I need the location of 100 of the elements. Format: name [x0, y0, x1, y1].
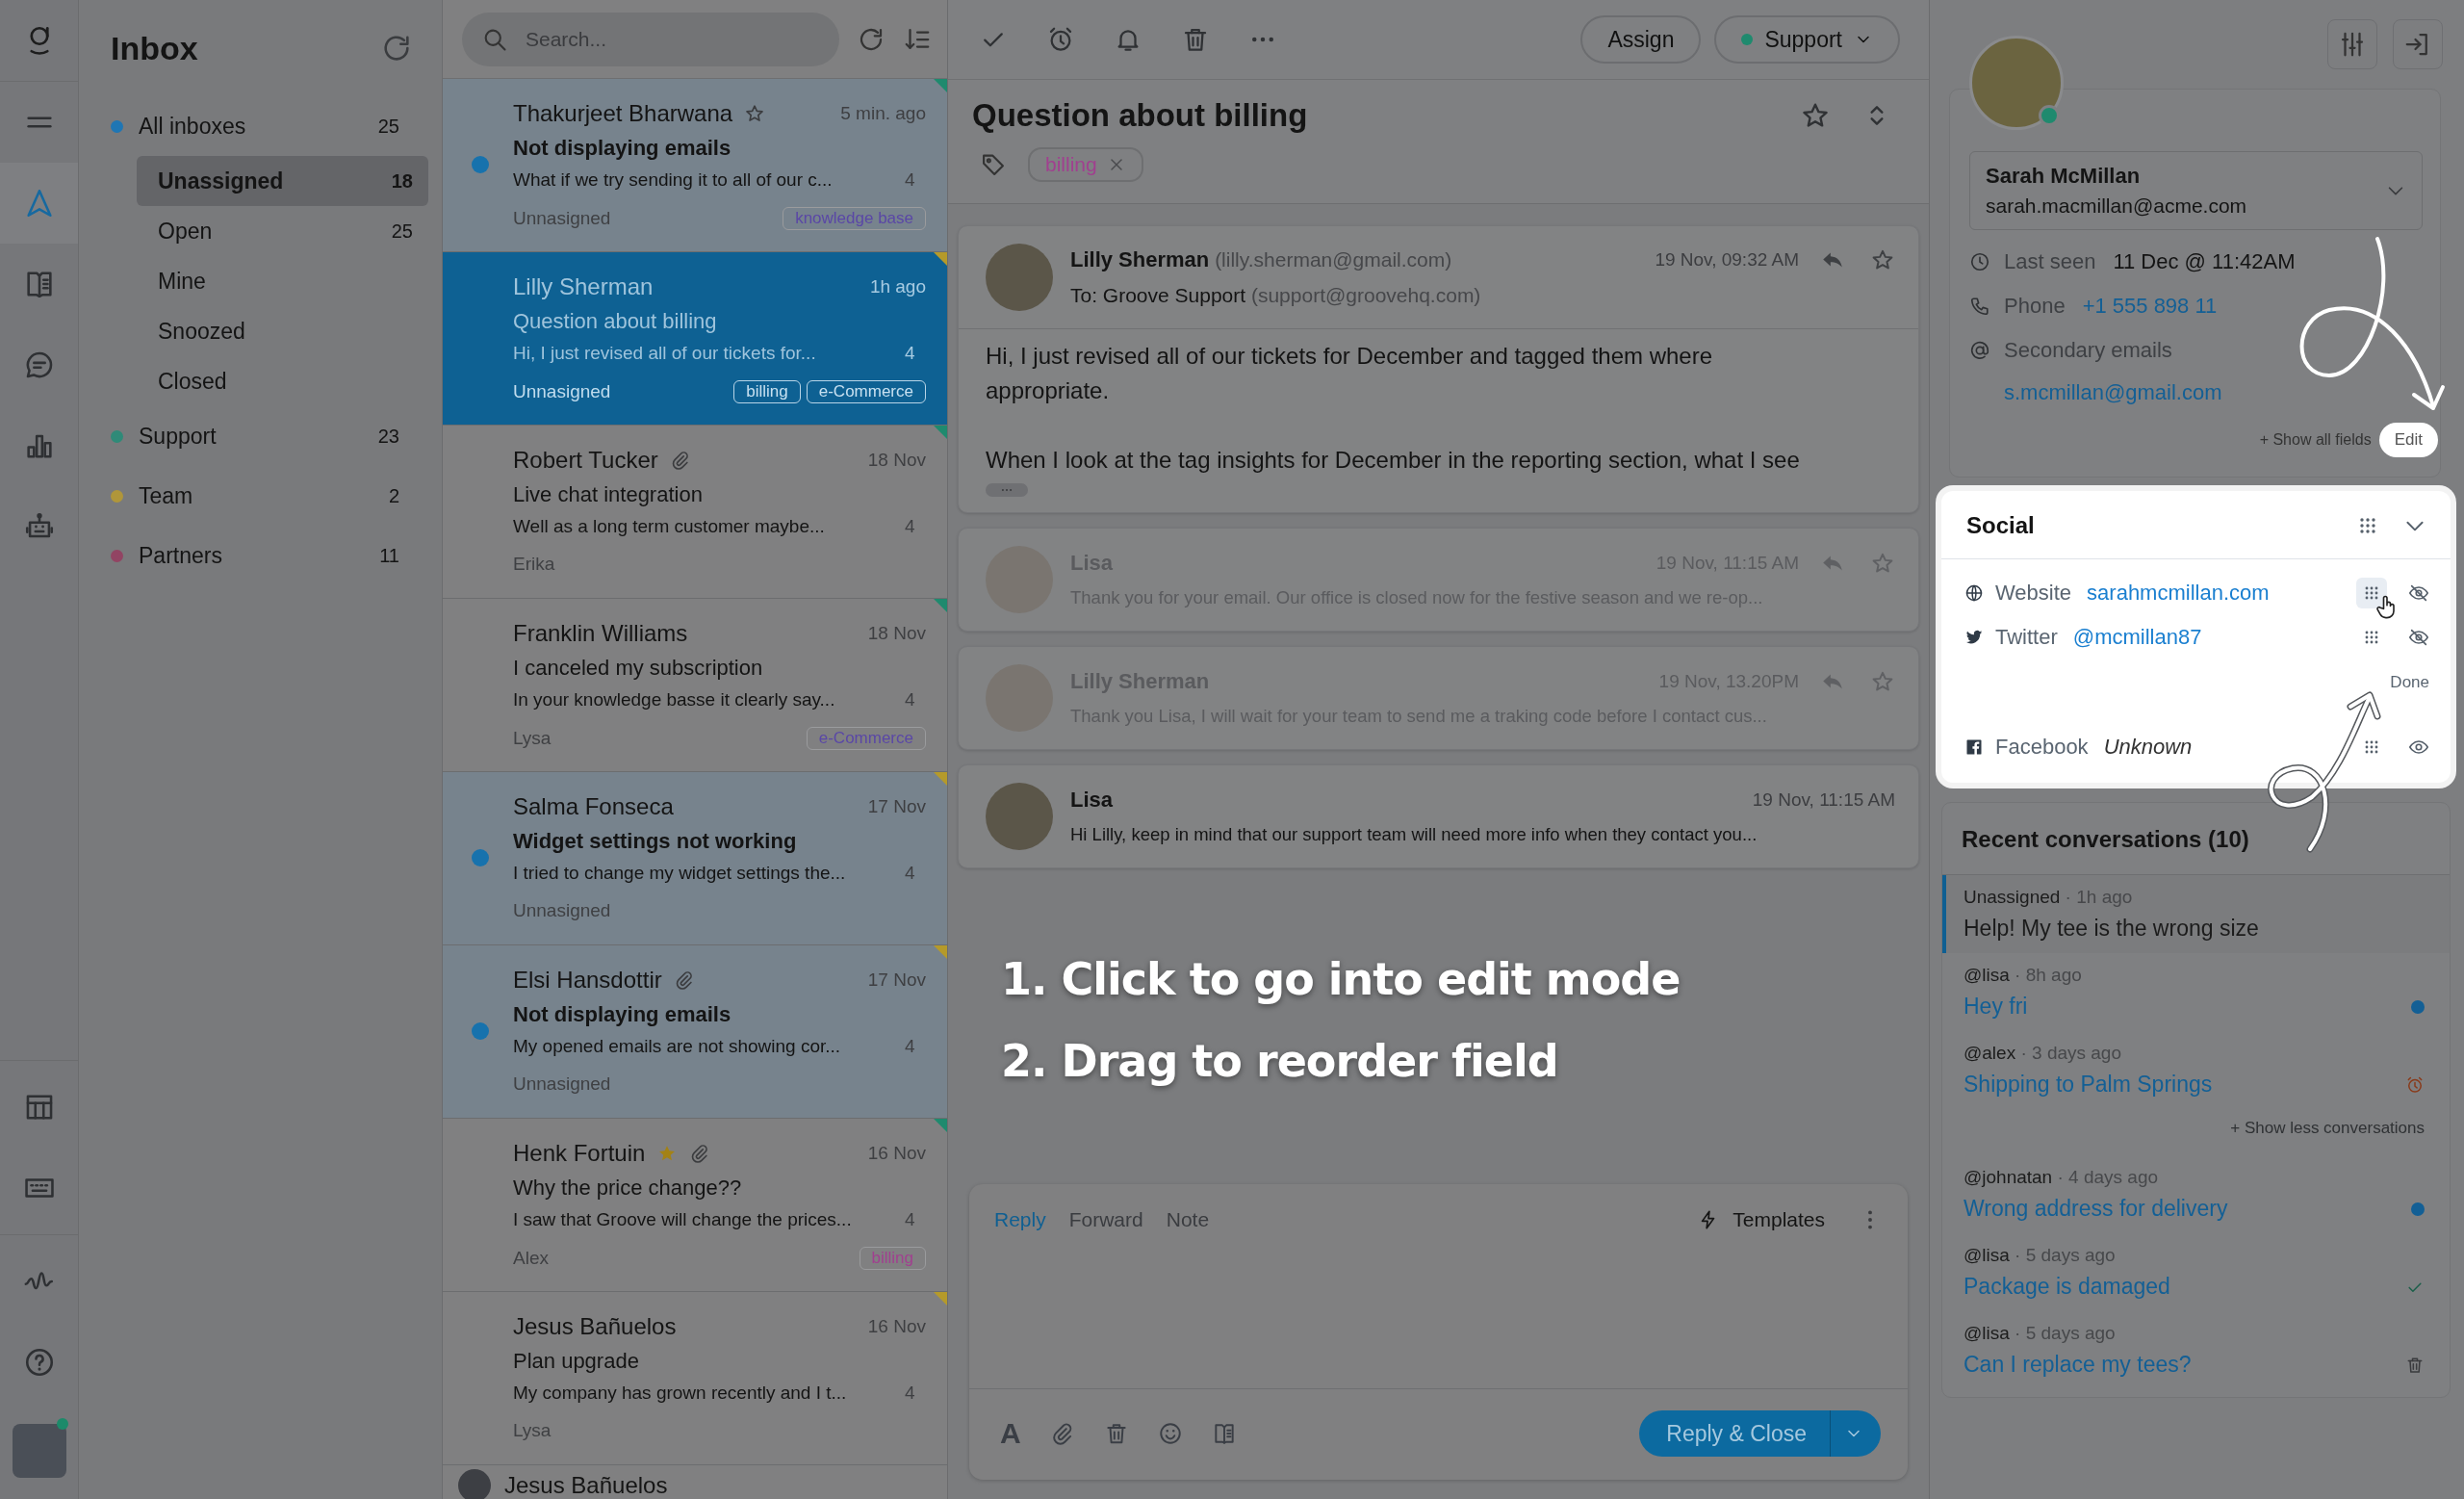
folder-item[interactable]: Open 25: [137, 206, 428, 256]
field-label: Phone: [2004, 294, 2066, 319]
conversation-preview: I saw that Groove will change the prices...: [513, 1209, 853, 1230]
conversation-row[interactable]: Thakurjeet Bharwana 5 min. ago Not displaying emails What if we try sending it to all of our c... 4 Unnasigned knowledge base: [443, 79, 947, 252]
folder-label: Partners: [139, 542, 223, 569]
settings-sliders-button[interactable]: [2327, 19, 2377, 69]
contact-name: Sarah McMillan: [1986, 164, 2142, 189]
contact-name: Jesus Bañuelos: [513, 1313, 677, 1340]
done-link[interactable]: Done: [2390, 673, 2429, 692]
conversation-preview: What if we try sending it to all of our c...: [513, 169, 834, 191]
mailbox-label: Support: [1764, 26, 1842, 53]
conversation-subject: Not displaying emails: [513, 136, 732, 161]
recent-conversation[interactable]: @lisa · 8h ago Hey fri: [1942, 953, 2450, 1031]
message-count: 4: [905, 516, 916, 537]
user-avatar[interactable]: [12, 1424, 66, 1478]
assignee-label: Unnasigned: [513, 381, 611, 402]
eye-slash-icon[interactable]: [2408, 582, 2429, 604]
composer-tab[interactable]: Note: [1166, 1208, 1210, 1231]
star-icon[interactable]: [744, 103, 766, 124]
contact-name: Jesus Bañuelos: [504, 1472, 668, 1499]
profile-link[interactable]: sarahmcmillan.com: [2087, 581, 2270, 606]
reply-and-close-button[interactable]: Reply & Close: [1639, 1410, 1830, 1457]
conversation-preview: I tried to change my widget settings the...: [513, 863, 847, 884]
edit-button[interactable]: Edit: [2378, 423, 2438, 457]
folder-item[interactable]: All inboxes 25: [79, 96, 428, 156]
recent-conversation[interactable]: @alex · 3 days ago Shipping to Palm Springs: [1942, 1031, 2450, 1109]
clock-icon: [1969, 251, 1990, 272]
message-count: 4: [905, 343, 916, 364]
conversation-row[interactable]: Jesus Bañuelos 16 Nov Plan upgrade My company has grown recently and I t... 4 Lysa: [443, 1292, 947, 1465]
field-label: Website: [1995, 581, 2072, 606]
emoji-icon[interactable]: [1157, 1421, 1183, 1446]
conversation-meta: @johnatan · 4 days ago: [1964, 1167, 2160, 1188]
unread-dot: [472, 849, 489, 866]
assignee-label: Erika: [513, 554, 555, 575]
inbox-title: Inbox: [111, 29, 198, 67]
alarm-clock-icon: [2405, 1074, 2425, 1095]
conversation-link[interactable]: Help! My tee is the wrong size: [1964, 916, 2259, 942]
recent-conversation[interactable]: @lisa · 5 days ago Package is damaged: [1942, 1233, 2450, 1311]
message-paragraph: When I look at the tag insights for December in the reporting section, what I see: [986, 446, 1801, 475]
recent-conversation[interactable]: @johnatan · 4 days ago Wrong address for delivery: [1942, 1155, 2450, 1233]
eye-slash-icon[interactable]: [2408, 627, 2429, 648]
conversation-subject: Widget settings not working: [513, 829, 798, 854]
message-time: 19 Nov, 11:15 AM: [1752, 789, 1895, 811]
conversation-preview: Hi, I just revised all of our tickets for...: [513, 343, 817, 364]
message-card[interactable]: Lisa 19 Nov, 11:15 AM Hi Lilly, keep in mind that our support team will need more info when they contact you...: [958, 764, 1919, 868]
conversation-subject: Plan upgrade: [513, 1349, 640, 1374]
assignee-label: Alex: [513, 1248, 549, 1269]
tag-label: e-Commerce: [806, 380, 926, 403]
mailbox-dropdown[interactable]: Support: [1714, 15, 1900, 64]
contact-select[interactable]: Sarah McMillan sarah.macmillan@acme.com: [1969, 151, 2423, 230]
assignee-label: Unnasigned: [513, 208, 611, 229]
message-count: 4: [905, 1209, 916, 1230]
conversation-preview: My company has grown recently and I t...: [513, 1383, 848, 1404]
conversation-row[interactable]: Elsi Hansdottir 17 Nov Not displaying emails My opened emails are not showing cor... 4 Unnasigned: [443, 945, 947, 1119]
contact-name: Thakurjeet Bharwana: [513, 100, 733, 127]
assignee-label: Lysa: [513, 728, 552, 749]
folder-item[interactable]: Partners 11: [79, 526, 428, 585]
tag-label: billing: [733, 380, 801, 403]
assign-button[interactable]: Assign: [1580, 15, 1702, 64]
templates-button[interactable]: Templates: [1698, 1208, 1825, 1231]
search-field[interactable]: Search...: [462, 12, 839, 66]
conversation-subject: Not displaying emails: [513, 1002, 732, 1027]
conversation-meta: @lisa · 5 days ago: [1964, 1323, 2117, 1344]
folder-count: 2: [388, 484, 399, 507]
show-less-link[interactable]: + Show less conversations: [2230, 1119, 2425, 1137]
sender-line: Lilly Sherman (lilly.sherman@gmail.com): [1070, 247, 1452, 272]
at-sign-icon: [1969, 340, 1990, 361]
contact-name: Franklin Williams: [513, 620, 688, 647]
conversation-row[interactable]: Salma Fonseca 17 Nov Widget settings not working I tried to change my widget settings the... 4 Unnasigned: [443, 772, 947, 945]
recipient-line: To: Groove Support (support@groovehq.com): [1070, 284, 1482, 307]
avatar: [458, 1469, 491, 1499]
conversation-subject: Live chat integration: [513, 482, 704, 507]
annotation-text: 1. Click to go into edit mode: [1001, 952, 1681, 1007]
folder-item[interactable]: Support 23: [79, 406, 428, 466]
field-label: Secondary emails: [2004, 338, 2172, 363]
folder-item[interactable]: Team 2: [79, 466, 428, 526]
contact-name: Lilly Sherman: [513, 273, 654, 300]
message-count: 4: [905, 1383, 916, 1404]
folder-item[interactable]: Mine: [137, 256, 428, 306]
folder-item[interactable]: Closed: [137, 356, 428, 406]
profile-link[interactable]: @mcmillan87: [2072, 625, 2202, 650]
conversation-subject: Why the price change??: [513, 1176, 743, 1201]
folder-label: Closed: [158, 368, 228, 395]
contact-name: Robert Tucker: [513, 447, 658, 474]
conversation-preview: Well as a long term customer maybe...: [513, 516, 826, 537]
folder-item[interactable]: Unassigned 18: [137, 156, 428, 206]
unread-dot: [472, 1022, 489, 1040]
sender-name: Lisa: [1070, 788, 1114, 813]
message-card[interactable]: [958, 225, 1919, 513]
conversation-row[interactable]: Robert Tucker 18 Nov Live chat integration Well as a long term customer maybe... 4 Erika: [443, 426, 947, 599]
show-all-fields-link[interactable]: + Show all fields: [2259, 431, 2372, 449]
folder-item[interactable]: Snoozed: [137, 306, 428, 356]
conversation-time: 1h ago: [869, 276, 926, 297]
recent-conversation[interactable]: @lisa · 5 days ago Can I replace my tees?: [1942, 1311, 2450, 1389]
composer-tab[interactable]: Forward: [1068, 1208, 1143, 1231]
conversation-row[interactable]: Henk Fortuin 16 Nov Why the price change?? I saw that Groove will change the prices... 4 Alex billing: [443, 1119, 947, 1292]
conversation-row[interactable]: Lilly Sherman 1h ago Question about billing Hi, I just revised all of our tickets for... 4 Unnasigned billing e-Commerce: [443, 252, 947, 426]
exit-panel-button[interactable]: [2393, 19, 2443, 69]
conversation-preview: In your knowledge basse it clearly say...: [513, 689, 836, 711]
text-format-button[interactable]: A: [1000, 1417, 1021, 1450]
